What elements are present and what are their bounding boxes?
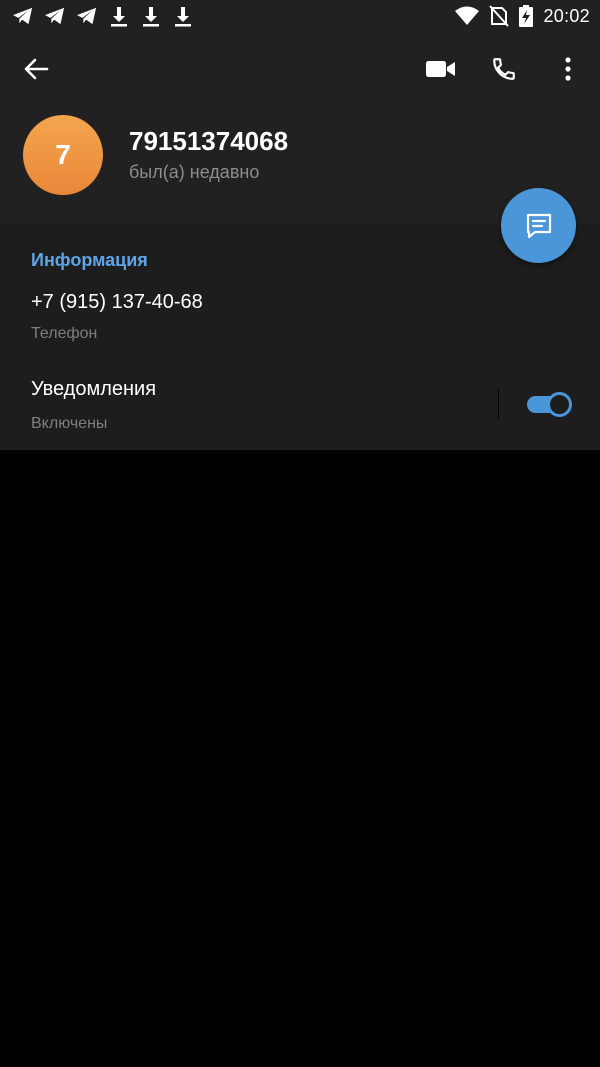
- message-icon: [526, 213, 551, 238]
- profile-status: был(а) недавно: [129, 162, 260, 182]
- avatar[interactable]: 7: [23, 115, 103, 195]
- status-time: 20:02: [543, 5, 590, 26]
- notifications-title[interactable]: Уведомления: [31, 378, 156, 401]
- telegram-icon: [45, 7, 65, 25]
- notifications-toggle[interactable]: [527, 392, 572, 417]
- profile-screen: 20:02 7 79151374068 был(а) недавно Инфор…: [0, 0, 600, 1067]
- no-sim-icon: [489, 5, 510, 27]
- video-call-icon: [426, 61, 455, 77]
- profile-name: 79151374068: [129, 126, 289, 156]
- empty-area: [0, 450, 600, 1067]
- arrow-left-icon: [24, 58, 49, 80]
- status-bar: 20:02: [0, 0, 600, 34]
- notification-icons: [12, 5, 194, 27]
- phone-call-button[interactable]: [484, 50, 524, 88]
- notifications-status: Включены: [31, 415, 108, 432]
- toggle-knob: [547, 392, 572, 417]
- telegram-icon: [77, 7, 97, 25]
- avatar-letter: 7: [55, 139, 71, 170]
- video-call-button[interactable]: [420, 52, 462, 86]
- battery-charging-icon: [519, 5, 534, 27]
- phone-label: Телефон: [31, 325, 98, 342]
- phone-call-icon: [493, 58, 515, 80]
- more-vert-icon: [565, 57, 571, 81]
- download-icon: [175, 7, 191, 27]
- download-icon: [111, 7, 127, 27]
- download-icon: [143, 7, 159, 27]
- system-icons: 20:02: [455, 5, 590, 27]
- row-divider: [498, 389, 499, 419]
- section-title: Информация: [31, 250, 148, 270]
- send-message-button[interactable]: [501, 188, 576, 263]
- phone-number[interactable]: +7 (915) 137-40-68: [31, 291, 203, 314]
- more-options-button[interactable]: [552, 50, 584, 88]
- wifi-icon: [455, 6, 480, 25]
- profile-header: 7 79151374068 был(а) недавно: [0, 34, 600, 224]
- telegram-icon: [13, 7, 33, 25]
- back-button[interactable]: [16, 52, 56, 86]
- info-section: Информация +7 (915) 137-40-68 Телефон Ув…: [0, 224, 600, 450]
